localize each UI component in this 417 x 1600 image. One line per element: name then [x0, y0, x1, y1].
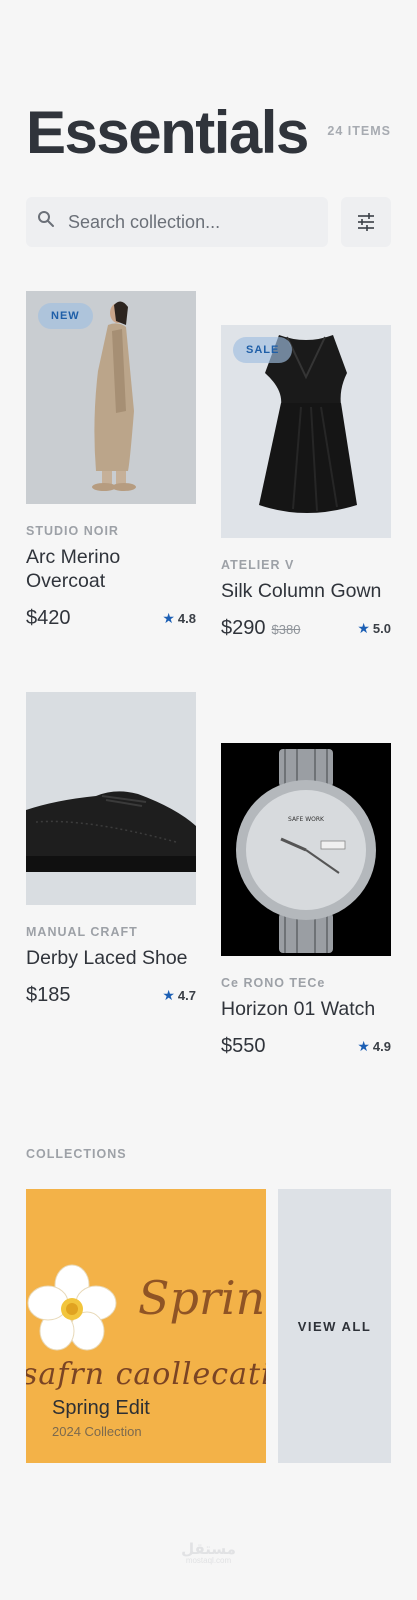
page-header: Essentials 24 ITEMS: [26, 98, 391, 168]
product-image[interactable]: [26, 692, 196, 905]
product-image[interactable]: SAFE WORK: [221, 743, 391, 956]
collection-subtitle: 2024 Collection: [52, 1424, 142, 1439]
product-card[interactable]: NEW STUDIO NOIR Arc Merino Overcoat $420…: [26, 291, 196, 631]
product-rating: ★ 4.9: [357, 1038, 391, 1055]
product-price: $290: [221, 617, 266, 639]
collection-card-spring[interactable]: Spring safrn caollecation Spring Edit 20…: [26, 1189, 266, 1463]
watch-image: SAFE WORK: [221, 743, 391, 956]
rating-value: 4.8: [177, 611, 196, 626]
search-bar[interactable]: [26, 197, 328, 247]
product-rating: ★ 4.8: [162, 610, 196, 627]
product-price: $420: [26, 607, 71, 629]
collections-label: COLLECTIONS: [26, 1147, 127, 1161]
item-count: 24 ITEMS: [327, 124, 391, 138]
rating-value: 4.7: [177, 988, 196, 1003]
star-icon: ★: [357, 1038, 370, 1054]
product-image[interactable]: NEW: [26, 291, 196, 504]
product-image[interactable]: SALE: [221, 325, 391, 538]
sliders-icon: [358, 213, 374, 231]
product-price: $185: [26, 984, 71, 1006]
product-name[interactable]: Silk Column Gown: [221, 579, 391, 603]
collection-title: Spring Edit: [52, 1397, 150, 1419]
product-card[interactable]: SAFE WORK Ce RONO TECe Horizon 01 Watch …: [221, 743, 391, 1059]
watermark-domain: mostaql.com: [185, 1556, 232, 1565]
product-name[interactable]: Arc Merino Overcoat: [26, 545, 196, 593]
star-icon: ★: [162, 610, 175, 626]
product-brand: ATELIER V: [221, 558, 295, 572]
price-row: $550 ★ 4.9: [221, 1033, 391, 1059]
sale-badge: SALE: [233, 337, 293, 363]
watch-dial-text: SAFE WORK: [288, 816, 325, 823]
watermark-logo: مستقل mostaql.com: [0, 1540, 417, 1565]
rating-value: 5.0: [372, 621, 391, 636]
original-price: $380: [271, 622, 301, 637]
product-rating: ★ 5.0: [357, 620, 391, 637]
collection-art-text: safrn caollecation: [26, 1357, 266, 1392]
product-price: $550: [221, 1035, 266, 1057]
star-icon: ★: [162, 987, 175, 1003]
new-badge: NEW: [38, 303, 93, 329]
collection-art-word: Spring: [138, 1271, 266, 1325]
price-row: $185 ★ 4.7: [26, 982, 196, 1008]
price-row: $420 ★ 4.8: [26, 605, 196, 631]
view-all-button[interactable]: VIEW ALL: [278, 1189, 391, 1463]
star-icon: ★: [357, 620, 370, 636]
price-row: $290 $380 ★ 5.0: [221, 615, 391, 641]
product-name[interactable]: Horizon 01 Watch: [221, 997, 391, 1021]
search-input[interactable]: [68, 197, 318, 247]
rating-value: 4.9: [372, 1039, 391, 1054]
product-card[interactable]: SALE ATELIER V Silk Column Gown $290 $380…: [221, 325, 391, 641]
product-brand: Ce RONO TECe: [221, 976, 326, 990]
page-title: Essentials: [26, 99, 309, 166]
product-brand: MANUAL CRAFT: [26, 925, 138, 939]
flower-icon: [27, 1264, 117, 1351]
filter-button[interactable]: [341, 197, 391, 247]
shoe-image: [26, 692, 196, 905]
product-rating: ★ 4.7: [162, 987, 196, 1004]
product-brand: STUDIO NOIR: [26, 524, 119, 538]
product-name[interactable]: Derby Laced Shoe: [26, 946, 196, 970]
product-card[interactable]: MANUAL CRAFT Derby Laced Shoe $185 ★ 4.7: [26, 692, 196, 1008]
search-icon: [37, 210, 55, 228]
